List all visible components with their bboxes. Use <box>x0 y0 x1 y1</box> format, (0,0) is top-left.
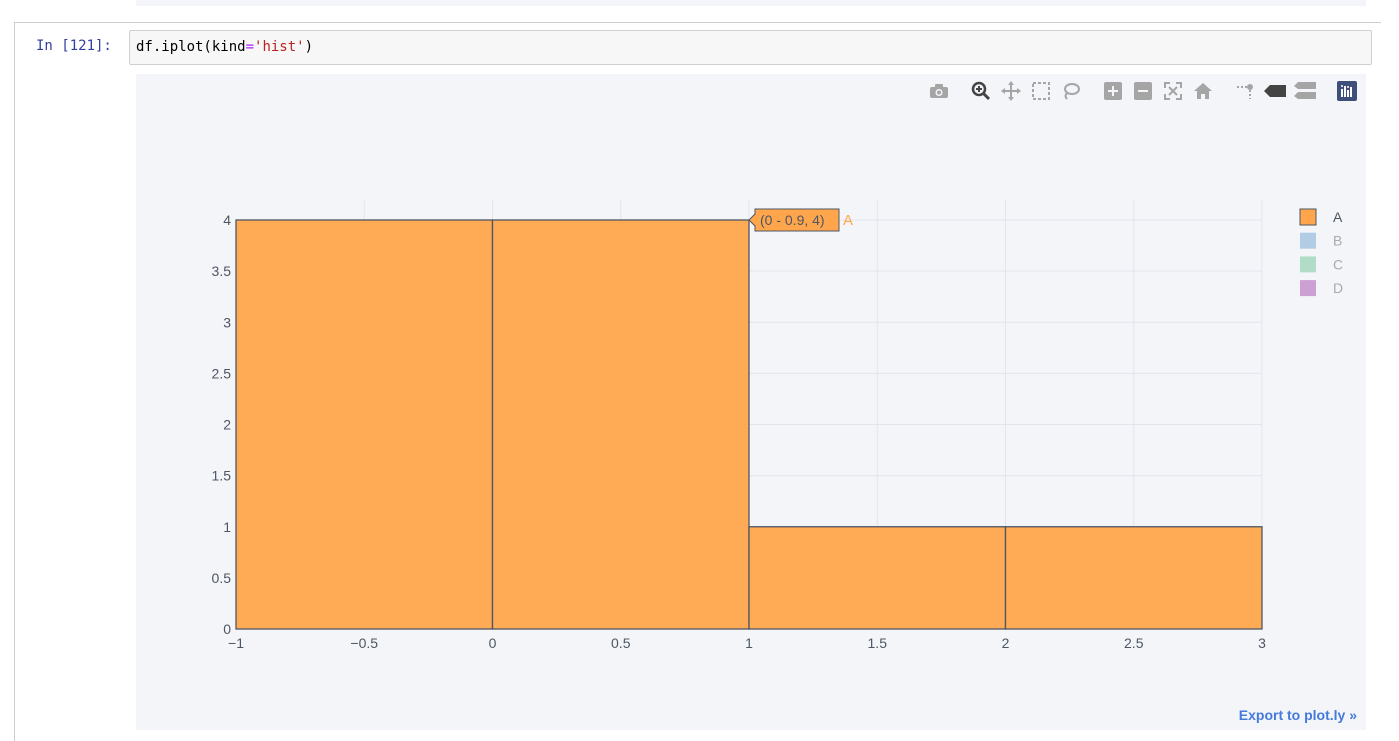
histogram-bar[interactable] <box>491 219 750 630</box>
x-tick-label: −1 <box>228 635 244 651</box>
y-tick-label: 1 <box>223 519 231 535</box>
legend-item-d[interactable]: D <box>1333 280 1343 296</box>
y-tick-label: 4 <box>223 212 231 228</box>
legend-swatch[interactable] <box>1299 208 1317 226</box>
x-tick-label: −0.5 <box>350 635 378 651</box>
histogram-chart[interactable]: 00.511.522.533.54−1 −0.5 0 0.5 1 1.5 2 2.5 3(0 -… <box>136 74 1366 730</box>
y-tick-label: 0.5 <box>212 570 232 586</box>
code-string: 'hist' <box>254 39 305 55</box>
x-tick-label: 1.5 <box>868 635 888 651</box>
code-operator: = <box>245 39 255 55</box>
legend-swatch[interactable] <box>1300 232 1316 249</box>
code-input[interactable]: df.iplot(kind='hist') <box>129 30 1372 65</box>
cell-prompt: In [121]: <box>36 38 112 54</box>
legend-item-c[interactable]: C <box>1333 256 1343 272</box>
export-to-plotly-link[interactable]: Export to plot.ly » <box>1239 707 1357 723</box>
histogram-bar[interactable] <box>1004 526 1263 630</box>
code-main: df.iplot(kind <box>136 39 246 55</box>
x-tick-label: 0.5 <box>611 635 631 651</box>
code-close: ) <box>304 39 314 55</box>
legend-item-b[interactable]: B <box>1333 233 1342 249</box>
plot-output[interactable]: 0 0.5 1 1.5 2 2.5 3 3.5 4 −1 −0.5 0 0.5 1 1.5 2 2.5 3 (0 -… <box>136 74 1366 730</box>
hover-tooltip: (0 - 0.9, 4) A <box>748 208 853 232</box>
y-tick-label: 2 <box>223 417 231 433</box>
y-tick-label: 3.5 <box>212 263 232 279</box>
y-tick-label: 1.5 <box>212 468 232 484</box>
tooltip-series-name: A <box>843 212 853 229</box>
x-tick-label: 2 <box>1002 635 1010 651</box>
x-tick-label: 1 <box>745 635 753 651</box>
histogram-bar[interactable] <box>748 526 1007 630</box>
y-tick-label: 2.5 <box>212 365 232 381</box>
legend-item-a[interactable]: A <box>1333 209 1343 225</box>
x-tick-label: 2.5 <box>1124 635 1144 651</box>
previous-cell-output <box>136 0 1366 6</box>
legend-swatch[interactable] <box>1300 256 1316 273</box>
y-tick-label: 3 <box>223 314 231 330</box>
tooltip-text: (0 - 0.9, 4) <box>760 212 825 228</box>
x-tick-label: 3 <box>1258 635 1266 651</box>
legend-swatch[interactable] <box>1300 280 1316 297</box>
histogram-bar[interactable] <box>235 219 494 630</box>
x-tick-label: 0 <box>489 635 497 651</box>
code-text: df.iplot(kind='hist') <box>136 39 313 55</box>
